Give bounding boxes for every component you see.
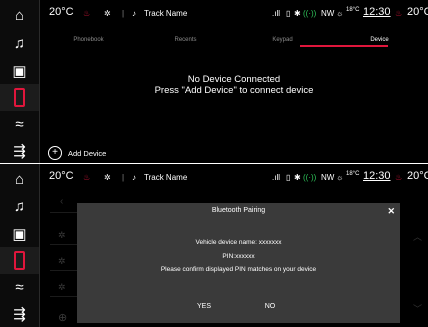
empty-hint: Press "Add Device" to connect device — [154, 85, 314, 96]
sidebar: ⌂ ♫ ▣ ≈ ⇶ — [0, 164, 40, 327]
signal-icon: .ıll — [272, 173, 280, 182]
status-bar: 20°C ♨ ✲ | ♪ Track Name .ıll ▯ ✱ ((·)) N… — [40, 164, 428, 194]
settings-icon: ✲ — [58, 256, 66, 266]
wifi-icon: ((·)) — [303, 173, 317, 182]
climate-button[interactable]: ≈ — [0, 111, 39, 138]
apps-button[interactable]: ⇶ — [0, 300, 39, 327]
tab-recents[interactable]: Recents — [137, 37, 234, 43]
home-icon: ⌂ — [14, 7, 25, 24]
active-tab-indicator — [300, 45, 388, 47]
home-button[interactable]: ⌂ — [0, 2, 39, 29]
sun-icon: ☼ — [336, 173, 344, 182]
media-button[interactable]: ♫ — [0, 193, 39, 220]
heated-seat-icon[interactable]: ♨ — [83, 9, 90, 18]
sidebar: ⌂ ♫ ▣ ≈ ⇶ — [0, 0, 40, 163]
clock: 12:30 — [363, 170, 391, 182]
back-arrow-icon: ‹ — [60, 196, 64, 207]
music-icon: ♫ — [13, 35, 26, 52]
battery-icon: ▯ — [286, 173, 291, 182]
heated-seat-icon[interactable]: ♨ — [83, 173, 90, 182]
driver-temp-value: 20 — [49, 6, 62, 18]
add-icon: ⊕ — [58, 312, 68, 324]
clock: 12:30 — [363, 6, 391, 18]
driver-temp-unit: °C — [61, 6, 74, 18]
driver-temp-unit: °C — [61, 170, 74, 182]
climate-icon: ≈ — [15, 116, 24, 133]
radio-icon: ▣ — [12, 62, 27, 80]
climate-button[interactable]: ≈ — [0, 274, 39, 301]
radio-icon: ▣ — [12, 225, 27, 243]
settings-icon: ✲ — [58, 230, 66, 240]
scroll-up-icon: ︿ — [412, 232, 422, 242]
outside-temp: 18°C — [346, 7, 360, 13]
passenger-seat-icon[interactable]: ♨ — [395, 173, 402, 182]
empty-title: No Device Connected — [187, 74, 281, 85]
apps-icon: ⇶ — [13, 142, 26, 160]
wifi-icon: ((·)) — [303, 9, 317, 18]
radio-button[interactable]: ▣ — [0, 220, 39, 247]
driver-temp[interactable]: 20°C — [49, 6, 74, 18]
close-icon[interactable]: ✕ — [387, 206, 395, 217]
phone-icon — [14, 251, 25, 270]
phone-button[interactable] — [0, 84, 39, 111]
settings-icon: ✲ — [58, 282, 66, 292]
track-icon: ♪ — [132, 9, 136, 18]
home-button[interactable]: ⌂ — [0, 166, 39, 193]
fan-icon: ✲ — [104, 173, 111, 182]
pairing-pin: PIN:xxxxxx — [222, 253, 255, 260]
phone-device-screen: ⌂ ♫ ▣ ≈ ⇶ 20°C ♨ ✲ | ♪ Track Name .ıll ▯… — [0, 0, 428, 163]
vehicle-device-name: Vehicle device name: xxxxxxx — [195, 239, 282, 246]
bluetooth-icon: ✱ — [294, 9, 301, 18]
tab-keypad[interactable]: Keypad — [234, 37, 331, 43]
passenger-temp[interactable]: 20°C — [407, 170, 428, 182]
compass-heading: NW — [321, 173, 335, 182]
status-bar: 20°C ♨ ✲ | ♪ Track Name .ıll ▯ ✱ ((·)) N… — [40, 0, 428, 30]
passenger-temp-value: 20 — [407, 6, 420, 18]
climate-icon: ≈ — [15, 279, 24, 296]
fan-icon: ✲ — [104, 9, 111, 18]
radio-button[interactable]: ▣ — [0, 57, 39, 84]
outside-temp: 18°C — [346, 171, 360, 177]
add-device-button[interactable]: + Add Device — [48, 146, 106, 160]
sun-icon: ☼ — [336, 9, 344, 18]
bluetooth-icon: ✱ — [294, 173, 301, 182]
media-button[interactable]: ♫ — [0, 30, 39, 57]
dialog-title: Bluetooth Pairing — [211, 207, 266, 214]
track-name: Track Name — [144, 173, 188, 182]
no-button[interactable]: NO — [245, 303, 295, 310]
passenger-temp-unit: °C — [419, 170, 428, 182]
yes-button[interactable]: YES — [179, 303, 229, 310]
apps-icon: ⇶ — [13, 305, 26, 323]
passenger-temp[interactable]: 20°C — [407, 6, 428, 18]
apps-button[interactable]: ⇶ — [0, 137, 39, 163]
home-icon: ⌂ — [14, 171, 25, 188]
passenger-temp-value: 20 — [407, 170, 420, 182]
divider: | — [122, 9, 125, 18]
empty-state: No Device Connected Press "Add Device" t… — [40, 74, 428, 96]
battery-icon: ▯ — [286, 9, 291, 18]
tab-device[interactable]: Device — [331, 37, 428, 43]
phone-button[interactable] — [0, 247, 39, 274]
track-name: Track Name — [144, 9, 188, 18]
track-icon: ♪ — [132, 173, 136, 182]
phone-icon — [14, 88, 25, 107]
driver-temp[interactable]: 20°C — [49, 170, 74, 182]
add-device-label: Add Device — [68, 148, 107, 158]
passenger-seat-icon[interactable]: ♨ — [395, 9, 402, 18]
driver-temp-value: 20 — [49, 170, 62, 182]
scroll-down-icon: ﹀ — [412, 304, 422, 314]
divider: | — [122, 173, 125, 182]
compass-heading: NW — [321, 9, 335, 18]
signal-icon: .ıll — [272, 9, 280, 18]
music-icon: ♫ — [13, 198, 26, 215]
tab-phonebook[interactable]: Phonebook — [40, 37, 137, 43]
passenger-temp-unit: °C — [419, 6, 428, 18]
plus-icon: + — [48, 146, 62, 160]
bluetooth-pairing-dialog: Bluetooth Pairing ✕ Vehicle device name:… — [77, 203, 400, 323]
pin-confirm-message: Please confirm displayed PIN matches on … — [160, 266, 317, 273]
